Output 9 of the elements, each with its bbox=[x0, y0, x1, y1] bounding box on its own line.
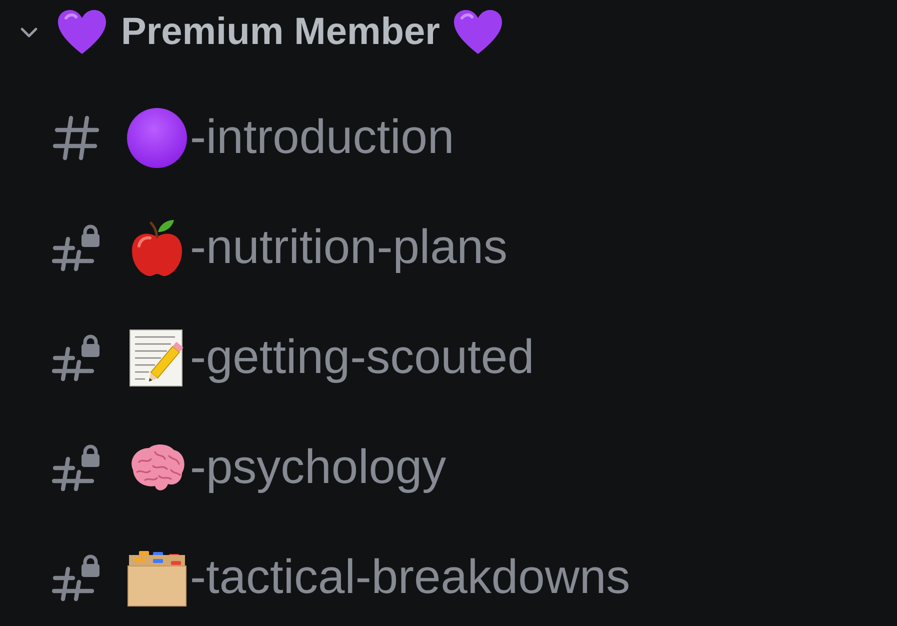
channel-name[interactable]: -nutrition-plans bbox=[190, 219, 508, 277]
category-name[interactable]: Premium Member bbox=[121, 9, 440, 55]
channel-name[interactable]: -getting-scouted bbox=[190, 329, 534, 387]
heart-icon bbox=[452, 9, 503, 55]
heart-icon bbox=[57, 9, 107, 55]
channel-name[interactable]: -introduction bbox=[190, 109, 454, 167]
channel-name[interactable]: -tactical-breakdowns bbox=[190, 549, 630, 607]
channel-name[interactable]: -psychology bbox=[190, 439, 446, 497]
chevron-down-icon[interactable] bbox=[20, 26, 38, 38]
